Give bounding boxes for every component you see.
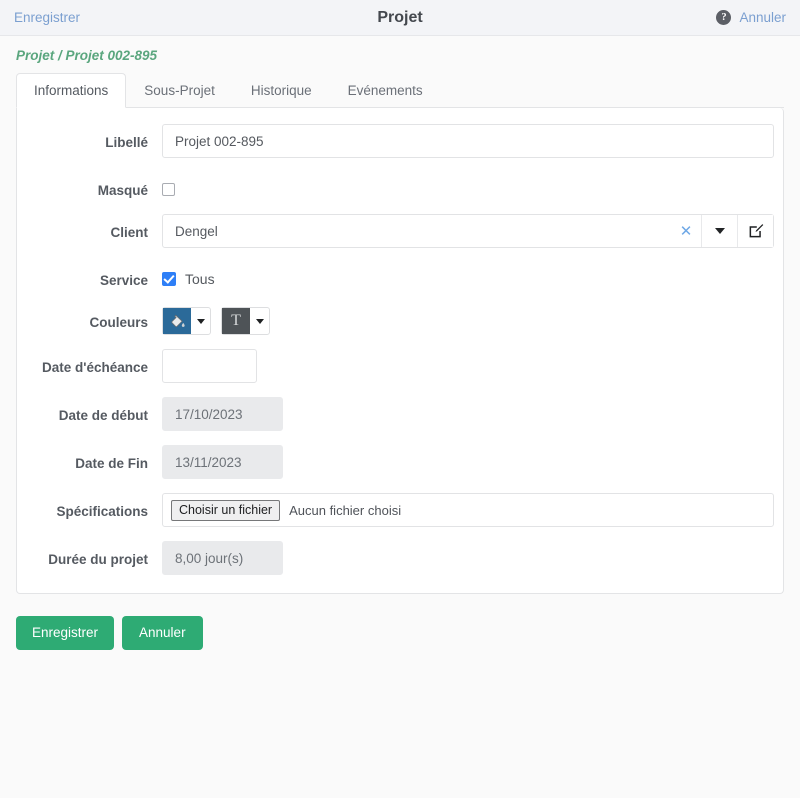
topbar-right-group: ? Annuler xyxy=(716,10,786,25)
row-masque: Masqué xyxy=(26,172,774,200)
top-action-bar: Enregistrer Projet ? Annuler xyxy=(0,0,800,36)
row-date-echeance: Date d'échéance xyxy=(26,349,774,383)
choose-file-button[interactable]: Choisir un fichier xyxy=(171,499,281,521)
client-input[interactable] xyxy=(163,215,671,247)
client-input-group: ✕ xyxy=(162,214,774,248)
row-date-debut: Date de début xyxy=(26,397,774,431)
service-tous-label: Tous xyxy=(185,271,215,287)
field-service: Tous xyxy=(162,262,774,290)
field-date-debut xyxy=(162,397,774,431)
masque-checkbox[interactable] xyxy=(162,182,175,196)
row-service: Service Tous xyxy=(26,262,774,290)
date-fin-input xyxy=(162,445,283,479)
paint-bucket-icon[interactable] xyxy=(163,308,191,334)
tab-bar: Informations Sous-Projet Historique Evén… xyxy=(0,73,800,108)
field-date-echeance xyxy=(162,349,774,383)
fill-color-widget xyxy=(162,307,211,335)
file-input-wrapper[interactable]: Choisir un fichier Aucun fichier choisi xyxy=(162,493,774,527)
informations-panel: Libellé Masqué Client ✕ xyxy=(16,108,784,594)
row-couleurs: Couleurs T xyxy=(26,304,774,335)
topbar-save-link[interactable]: Enregistrer xyxy=(14,10,80,25)
page-title: Projet xyxy=(377,8,423,26)
label-duree: Durée du projet xyxy=(48,552,148,567)
help-circle-icon[interactable]: ? xyxy=(716,10,732,25)
topbar-cancel-link[interactable]: Annuler xyxy=(739,10,786,25)
label-date-echeance: Date d'échéance xyxy=(41,360,148,375)
client-edit-button[interactable] xyxy=(737,215,773,247)
label-masque: Masqué xyxy=(97,183,148,198)
text-color-T-icon[interactable]: T xyxy=(222,308,250,334)
chevron-down-icon xyxy=(714,228,725,234)
fill-color-dropdown[interactable] xyxy=(191,308,210,334)
caret-down-icon xyxy=(196,318,205,324)
label-date-debut: Date de début xyxy=(58,408,148,423)
tab-historique[interactable]: Historique xyxy=(233,73,330,108)
label-date-fin: Date de Fin xyxy=(75,456,148,471)
service-tous-checkbox[interactable] xyxy=(162,272,176,286)
row-libelle: Libellé xyxy=(26,124,774,158)
label-service: Service xyxy=(99,273,148,288)
row-date-fin: Date de Fin xyxy=(26,445,774,479)
field-libelle xyxy=(162,124,774,158)
label-client: Client xyxy=(110,225,148,240)
file-status-text: Aucun fichier choisi xyxy=(289,502,402,518)
field-specifications: Choisir un fichier Aucun fichier choisi xyxy=(162,493,774,527)
row-client: Client ✕ xyxy=(26,214,774,248)
edit-pencil-square-icon xyxy=(749,224,763,238)
tab-evenements[interactable]: Evénements xyxy=(330,73,441,108)
caret-down-icon xyxy=(255,318,264,324)
date-debut-input xyxy=(162,397,283,431)
label-couleurs: Couleurs xyxy=(89,315,148,330)
save-button[interactable]: Enregistrer xyxy=(16,616,115,650)
label-libelle: Libellé xyxy=(105,135,148,150)
client-dropdown-button[interactable] xyxy=(701,215,737,247)
row-specifications: Spécifications Choisir un fichier Aucun … xyxy=(26,493,774,527)
libelle-input[interactable] xyxy=(162,124,774,158)
field-duree xyxy=(162,541,774,575)
row-duree: Durée du projet xyxy=(26,541,774,575)
tab-informations[interactable]: Informations xyxy=(16,73,127,108)
date-echeance-input[interactable] xyxy=(162,349,257,383)
footer-actions: Enregistrer Annuler xyxy=(0,594,800,650)
label-specifications: Spécifications xyxy=(56,504,148,519)
text-color-widget: T xyxy=(221,307,270,335)
cancel-button[interactable]: Annuler xyxy=(122,616,203,650)
field-couleurs: T xyxy=(162,304,774,335)
breadcrumb[interactable]: Projet / Projet 002-895 xyxy=(0,36,800,73)
field-client: ✕ xyxy=(162,214,774,248)
field-date-fin xyxy=(162,445,774,479)
duree-input xyxy=(162,541,283,575)
field-masque xyxy=(162,172,774,200)
text-color-dropdown[interactable] xyxy=(250,308,269,334)
clear-x-icon[interactable]: ✕ xyxy=(671,215,701,247)
tab-sous-projet[interactable]: Sous-Projet xyxy=(126,73,233,108)
